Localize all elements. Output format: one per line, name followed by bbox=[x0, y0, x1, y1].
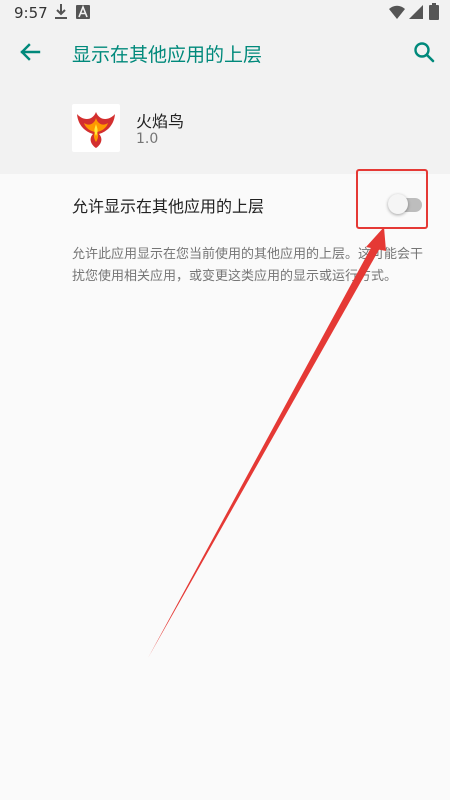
app-header: 火焰鸟 1.0 bbox=[0, 80, 450, 174]
wifi-icon bbox=[389, 5, 405, 20]
app-version: 1.0 bbox=[136, 131, 159, 147]
phoenix-icon bbox=[77, 112, 115, 148]
search-icon bbox=[414, 42, 435, 63]
battery-icon bbox=[429, 3, 439, 20]
app-name: 火焰鸟 bbox=[136, 112, 185, 131]
app-icon bbox=[72, 104, 120, 152]
back-button[interactable] bbox=[14, 36, 46, 68]
permission-setting-label: 允许显示在其他应用的上层 bbox=[72, 197, 265, 216]
page-title: 显示在其他应用的上层 bbox=[72, 44, 263, 66]
signal-icon bbox=[409, 5, 423, 19]
search-button[interactable] bbox=[408, 36, 440, 68]
a-notification-icon bbox=[76, 4, 90, 19]
permission-description: 允许此应用显示在您当前使用的其他应用的上层。这可能会干扰您使用相关应用，或变更这… bbox=[72, 247, 424, 284]
arrow-back-icon bbox=[20, 43, 41, 61]
status-bar: 9:57 bbox=[0, 0, 450, 24]
annotation-highlight-box bbox=[356, 169, 428, 229]
download-icon bbox=[55, 4, 67, 19]
status-time: 9:57 bbox=[14, 4, 48, 22]
app-bar: 显示在其他应用的上层 bbox=[0, 24, 450, 80]
